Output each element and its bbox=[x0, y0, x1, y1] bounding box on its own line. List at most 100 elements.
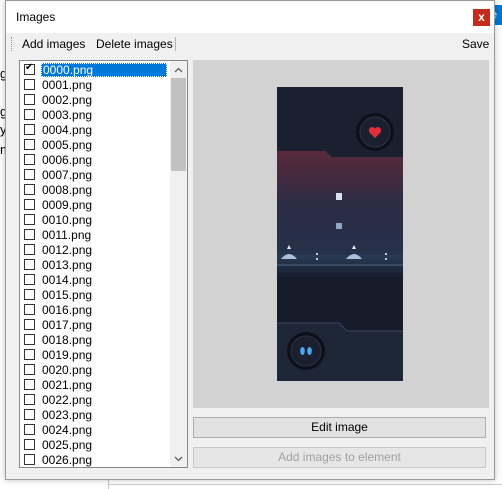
item-filename: 0006.png bbox=[42, 153, 93, 167]
chevron-up-icon bbox=[174, 67, 183, 73]
window-title: Images bbox=[16, 10, 56, 24]
item-filename: 0023.png bbox=[42, 408, 93, 422]
item-checkbox[interactable] bbox=[24, 394, 35, 405]
list-item[interactable]: 0017.png bbox=[22, 318, 172, 333]
add-images-button[interactable]: Add images bbox=[22, 37, 85, 51]
toolbar-grip[interactable] bbox=[11, 37, 14, 51]
item-filename: 0020.png bbox=[42, 363, 93, 377]
list-item[interactable]: 0022.png bbox=[22, 393, 172, 408]
image-preview bbox=[277, 87, 403, 381]
list-item[interactable]: 0026.png bbox=[22, 453, 172, 467]
save-button[interactable]: Save bbox=[462, 37, 489, 51]
list-item[interactable]: 0005.png bbox=[22, 138, 172, 153]
item-filename: 0017.png bbox=[42, 318, 93, 332]
list-item[interactable]: 0012.png bbox=[22, 243, 172, 258]
edit-image-button[interactable]: Edit image bbox=[193, 417, 486, 438]
list-item[interactable]: 0015.png bbox=[22, 288, 172, 303]
list-item[interactable]: ✔ 0000.png bbox=[22, 62, 172, 78]
scroll-down-button[interactable] bbox=[170, 450, 187, 467]
item-checkbox[interactable] bbox=[24, 109, 35, 120]
item-checkbox[interactable] bbox=[24, 139, 35, 150]
list-item[interactable]: 0002.png bbox=[22, 93, 172, 108]
list-item[interactable]: 0004.png bbox=[22, 123, 172, 138]
item-checkbox[interactable] bbox=[24, 259, 35, 270]
item-filename: 0018.png bbox=[42, 333, 93, 347]
item-checkbox[interactable] bbox=[24, 244, 35, 255]
item-checkbox[interactable] bbox=[24, 154, 35, 165]
background-divider bbox=[108, 484, 502, 485]
item-checkbox[interactable] bbox=[24, 364, 35, 375]
item-filename: 0002.png bbox=[42, 93, 93, 107]
list-item[interactable]: 0020.png bbox=[22, 363, 172, 378]
item-checkbox[interactable] bbox=[24, 424, 35, 435]
list-item[interactable]: 0007.png bbox=[22, 168, 172, 183]
checkmark-icon: ✔ bbox=[25, 62, 34, 73]
scroll-up-button[interactable] bbox=[170, 61, 187, 78]
item-filename: 0021.png bbox=[42, 378, 93, 392]
item-filename: 0010.png bbox=[42, 213, 93, 227]
list-item[interactable]: 0021.png bbox=[22, 378, 172, 393]
close-button[interactable]: x bbox=[473, 9, 490, 26]
scrollbar-thumb[interactable] bbox=[171, 78, 186, 171]
item-checkbox[interactable] bbox=[24, 454, 35, 465]
item-checkbox[interactable] bbox=[24, 439, 35, 450]
item-checkbox[interactable] bbox=[24, 184, 35, 195]
item-filename: 0025.png bbox=[42, 438, 93, 452]
list-item[interactable]: 0009.png bbox=[22, 198, 172, 213]
item-checkbox[interactable] bbox=[24, 199, 35, 210]
item-filename: 0001.png bbox=[42, 78, 93, 92]
item-filename: 0009.png bbox=[42, 198, 93, 212]
toolbar: Add images Delete images Save bbox=[6, 33, 494, 55]
list-item[interactable]: 0008.png bbox=[22, 183, 172, 198]
close-icon: x bbox=[478, 10, 485, 24]
list-item[interactable]: 0001.png bbox=[22, 78, 172, 93]
item-filename: 0014.png bbox=[42, 273, 93, 287]
item-filename: 0026.png bbox=[42, 453, 93, 467]
item-filename: 0007.png bbox=[42, 168, 93, 182]
item-checkbox[interactable] bbox=[24, 169, 35, 180]
item-checkbox[interactable] bbox=[24, 289, 35, 300]
item-filename: 0012.png bbox=[42, 243, 93, 257]
item-checkbox[interactable] bbox=[24, 79, 35, 90]
list-item[interactable]: 0024.png bbox=[22, 423, 172, 438]
item-checkbox[interactable] bbox=[24, 124, 35, 135]
list-item[interactable]: 0023.png bbox=[22, 408, 172, 423]
item-checkbox[interactable] bbox=[24, 334, 35, 345]
add-images-to-element-button[interactable]: Add images to element bbox=[193, 447, 486, 468]
list-item[interactable]: 0016.png bbox=[22, 303, 172, 318]
game-screenshot-image bbox=[277, 87, 403, 381]
list-item[interactable]: 0019.png bbox=[22, 348, 172, 363]
image-list[interactable]: ✔ 0000.png 0001.png 0002.png 0003.png 0004.pn… bbox=[19, 60, 188, 468]
list-item[interactable]: 0018.png bbox=[22, 333, 172, 348]
item-checkbox[interactable] bbox=[24, 214, 35, 225]
list-scrollbar[interactable] bbox=[170, 61, 187, 467]
image-preview-panel bbox=[193, 60, 489, 408]
delete-images-button[interactable]: Delete images bbox=[96, 37, 173, 51]
item-filename: 0022.png bbox=[42, 393, 93, 407]
item-filename: 0004.png bbox=[42, 123, 93, 137]
item-checkbox[interactable] bbox=[24, 349, 35, 360]
title-bar[interactable]: Images x bbox=[6, 1, 494, 33]
chevron-down-icon bbox=[174, 456, 183, 462]
list-item[interactable]: 0025.png bbox=[22, 438, 172, 453]
list-item[interactable]: 0006.png bbox=[22, 153, 172, 168]
item-checkbox[interactable]: ✔ bbox=[24, 62, 35, 75]
list-item[interactable]: 0003.png bbox=[22, 108, 172, 123]
item-filename: 0013.png bbox=[42, 258, 93, 272]
list-item[interactable]: 0010.png bbox=[22, 213, 172, 228]
item-checkbox[interactable] bbox=[24, 229, 35, 240]
item-checkbox[interactable] bbox=[24, 409, 35, 420]
list-item[interactable]: 0011.png bbox=[22, 228, 172, 243]
list-item[interactable]: 0013.png bbox=[22, 258, 172, 273]
item-checkbox[interactable] bbox=[24, 274, 35, 285]
item-filename: 0000.png bbox=[41, 63, 167, 77]
item-filename: 0016.png bbox=[42, 303, 93, 317]
toolbar-separator bbox=[175, 37, 176, 51]
item-checkbox[interactable] bbox=[24, 304, 35, 315]
item-checkbox[interactable] bbox=[24, 319, 35, 330]
list-item[interactable]: 0014.png bbox=[22, 273, 172, 288]
item-filename: 0015.png bbox=[42, 288, 93, 302]
item-checkbox[interactable] bbox=[24, 94, 35, 105]
item-filename: 0003.png bbox=[42, 108, 93, 122]
item-checkbox[interactable] bbox=[24, 379, 35, 390]
